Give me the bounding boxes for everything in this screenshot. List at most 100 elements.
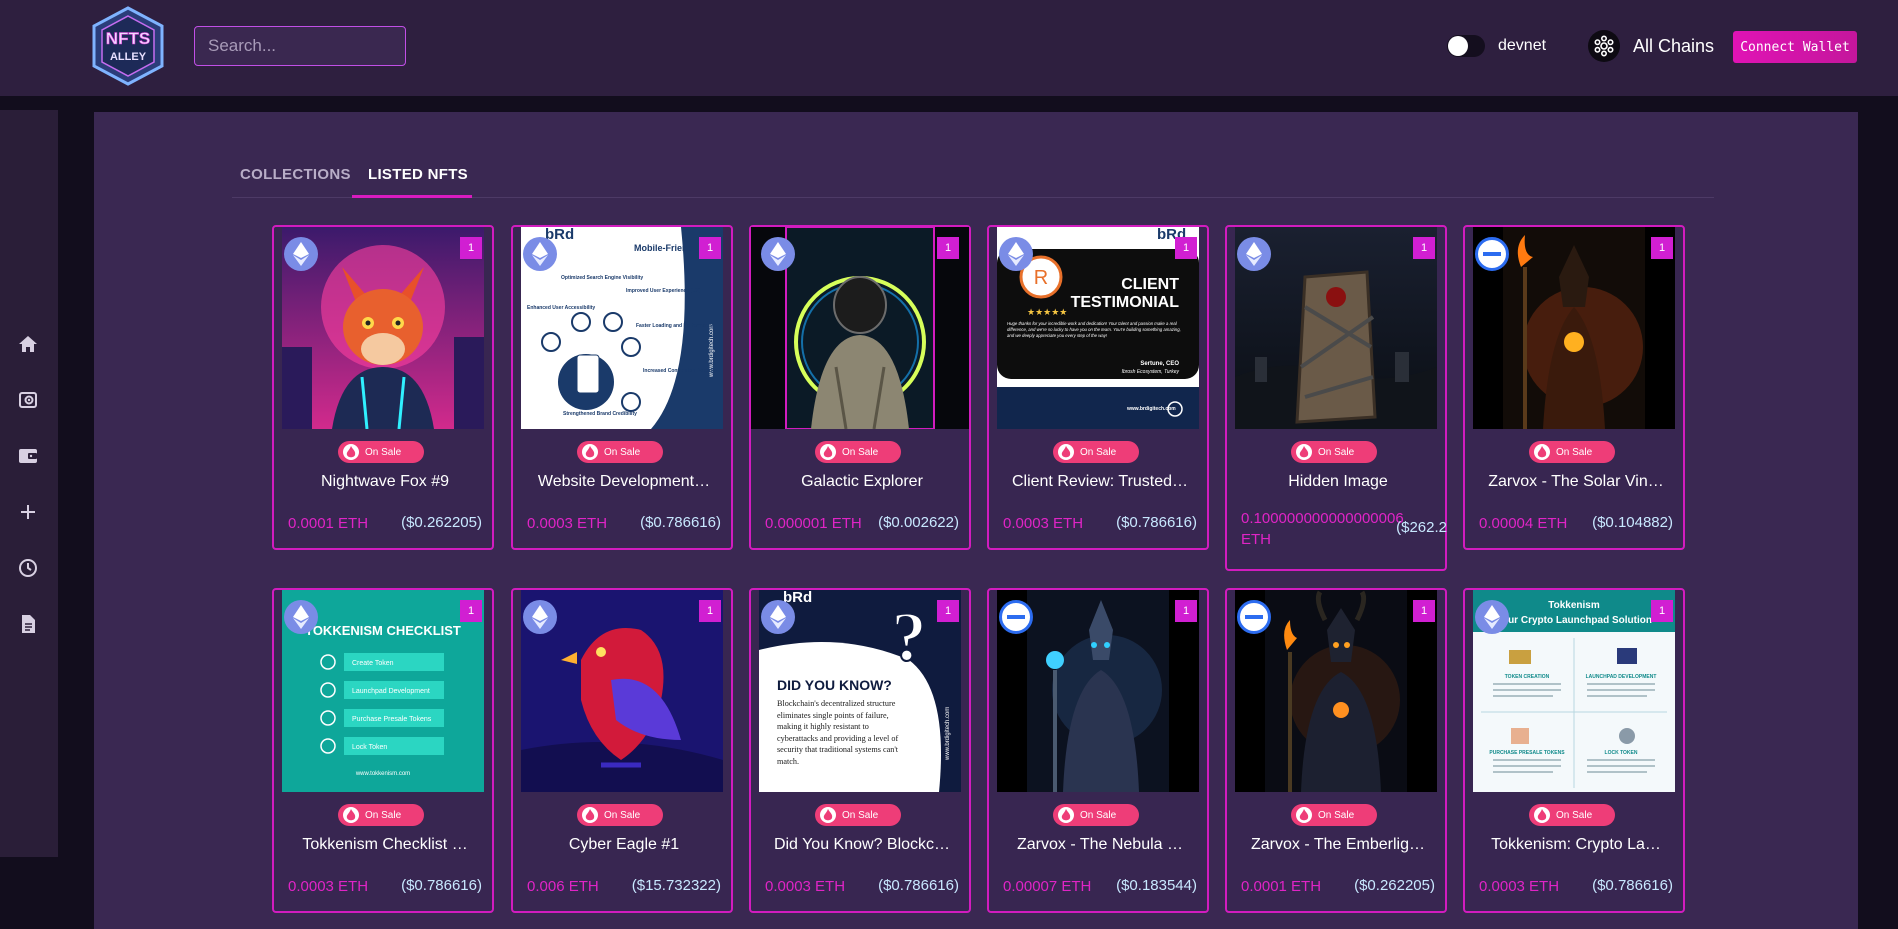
eth-price: 0.0003 ETH — [527, 515, 608, 532]
svg-text:Strengthened Brand Credibility: Strengthened Brand Credibility — [563, 411, 637, 417]
on-sale-label: On Sale — [1556, 446, 1593, 458]
svg-text:Tokkenism: Tokkenism — [1548, 600, 1600, 611]
eth-price: 0.00004 ETH — [1479, 515, 1568, 532]
edition-count-badge: 1 — [937, 600, 959, 622]
on-sale-label: On Sale — [1080, 809, 1117, 821]
usd-price: ($0.786616) — [878, 877, 959, 894]
toggle-knob — [1448, 36, 1468, 56]
svg-text:PURCHASE PRESALE TOKENS: PURCHASE PRESALE TOKENS — [1489, 750, 1565, 756]
sidebar — [0, 110, 58, 857]
main-panel: COLLECTIONS LISTED NFTS 1 On Sale Nightw… — [94, 112, 1858, 929]
add-icon[interactable] — [14, 498, 42, 526]
eth-price: 0.0003 ETH — [288, 878, 369, 895]
nft-title: Tokkenism: Crypto La… — [1491, 836, 1661, 853]
nft-title: Hidden Image — [1288, 473, 1388, 490]
flame-icon — [1534, 444, 1550, 460]
solana-chain-icon — [1237, 600, 1271, 634]
nft-card[interactable]: bRd R CLIENT TESTIMONIAL ★★★★★ Huge than… — [987, 225, 1209, 550]
nft-card[interactable]: 1 On Sale Zarvox - The Emberlig… 0.0001 … — [1225, 588, 1447, 913]
on-sale-badge: On Sale — [1053, 441, 1139, 463]
nft-card[interactable]: 1 On Sale Hidden Image 0.100000000000000… — [1225, 225, 1447, 571]
nft-card[interactable]: 1 On Sale Zarvox - The Solar Vin… 0.0000… — [1463, 225, 1685, 550]
svg-text:TOKKENISM CHECKLIST: TOKKENISM CHECKLIST — [305, 623, 461, 638]
svg-text:LOCK TOKEN: LOCK TOKEN — [1605, 750, 1638, 756]
eth-price: 0.100000000000000006 ETH — [1241, 510, 1404, 548]
eth-price: 0.0001 ETH — [1241, 878, 1322, 895]
ethereum-chain-icon — [1237, 237, 1271, 271]
svg-text:www.tokkenism.com: www.tokkenism.com — [355, 771, 410, 777]
svg-text:Purchase Presale Tokens: Purchase Presale Tokens — [352, 716, 432, 723]
explore-icon[interactable] — [14, 386, 42, 414]
top-header: NFTS ALLEY devnet All Chains Connect Wal… — [0, 0, 1898, 96]
edition-count-badge: 1 — [1651, 600, 1673, 622]
nft-title: Tokkenism Checklist … — [302, 836, 468, 853]
network-toggle[interactable] — [1447, 35, 1485, 57]
usd-price: ($0.786616) — [640, 514, 721, 531]
svg-text:Create Token: Create Token — [352, 660, 394, 667]
nft-title: Galactic Explorer — [801, 473, 923, 490]
ethereum-chain-icon — [523, 237, 557, 271]
svg-text:Faster Loading and Performance: Faster Loading and Performance — [636, 323, 714, 329]
svg-text:Sertune, CEO: Sertune, CEO — [1140, 361, 1179, 367]
history-icon[interactable] — [14, 554, 42, 582]
eth-price: 0.0003 ETH — [765, 878, 846, 895]
eth-price: 0.006 ETH — [527, 878, 599, 895]
nft-title: Zarvox - The Nebula … — [1017, 836, 1183, 853]
on-sale-badge: On Sale — [338, 804, 424, 826]
on-sale-label: On Sale — [842, 446, 879, 458]
on-sale-label: On Sale — [1318, 446, 1355, 458]
flame-icon — [1058, 444, 1074, 460]
tab-collections[interactable]: COLLECTIONS — [240, 154, 351, 198]
usd-price: ($0.786616) — [1592, 877, 1673, 894]
all-chains-icon[interactable] — [1588, 30, 1620, 62]
svg-text:CLIENT: CLIENT — [1121, 276, 1179, 293]
connect-wallet-button[interactable]: Connect Wallet — [1733, 31, 1857, 63]
search-input[interactable] — [194, 26, 406, 66]
nft-card[interactable]: bRd ? DID YOU KNOW? Blockchain's decentr… — [749, 588, 971, 913]
on-sale-label: On Sale — [365, 446, 402, 458]
wallet-icon[interactable] — [14, 442, 42, 470]
on-sale-label: On Sale — [604, 809, 641, 821]
svg-text:TOKEN CREATION: TOKEN CREATION — [1505, 674, 1550, 680]
tab-bar: COLLECTIONS LISTED NFTS — [232, 154, 1714, 198]
svg-text:Enhanced User Accessibility: Enhanced User Accessibility — [527, 305, 595, 311]
svg-text:Lock Token: Lock Token — [352, 744, 387, 751]
edition-count-badge: 1 — [937, 237, 959, 259]
tab-listed-nfts[interactable]: LISTED NFTS — [352, 154, 472, 198]
document-icon[interactable] — [14, 610, 42, 638]
all-chains-selector[interactable]: All Chains — [1633, 36, 1714, 57]
nft-card[interactable]: Tokkenism Your Crypto Launchpad Solution… — [1463, 588, 1685, 913]
usd-price: ($0.104882) — [1592, 514, 1673, 531]
svg-text:★★★★★: ★★★★★ — [1027, 307, 1067, 317]
svg-text:Improved User Experience (UX): Improved User Experience (UX) — [626, 288, 701, 294]
ethereum-chain-icon — [761, 237, 795, 271]
on-sale-badge: On Sale — [815, 804, 901, 826]
svg-text:DID YOU KNOW?: DID YOU KNOW? — [777, 677, 892, 693]
eth-price: 0.0003 ETH — [1479, 878, 1560, 895]
flame-icon — [1534, 807, 1550, 823]
svg-text:?: ? — [892, 599, 927, 676]
ethereum-chain-icon — [1475, 600, 1509, 634]
nft-card[interactable]: 1 On Sale Galactic Explorer 0.000001 ETH… — [749, 225, 971, 550]
nfts-alley-logo[interactable]: NFTS ALLEY — [92, 6, 164, 86]
eth-price: 0.00007 ETH — [1003, 878, 1092, 895]
nft-card[interactable]: 1 On Sale Nightwave Fox #9 0.0001 ETH ($… — [272, 225, 494, 550]
nft-card[interactable]: 1 On Sale Zarvox - The Nebula … 0.00007 … — [987, 588, 1209, 913]
on-sale-badge: On Sale — [815, 441, 901, 463]
flame-icon — [343, 444, 359, 460]
on-sale-label: On Sale — [1318, 809, 1355, 821]
on-sale-badge: On Sale — [1291, 441, 1377, 463]
nft-card[interactable]: 1 On Sale Cyber Eagle #1 0.006 ETH ($15.… — [511, 588, 733, 913]
nft-card[interactable]: bRd Mobile-Friendly Websites www.brdigit… — [511, 225, 733, 550]
usd-price: ($0.786616) — [1116, 514, 1197, 531]
svg-text:www.brdigitech.com: www.brdigitech.com — [945, 707, 951, 761]
flame-icon — [582, 444, 598, 460]
nft-card[interactable]: TOKKENISM CHECKLIST Create Token Launchp… — [272, 588, 494, 913]
on-sale-badge: On Sale — [338, 441, 424, 463]
flame-icon — [820, 444, 836, 460]
svg-text:Increased Conversion Potential: Increased Conversion Potential — [643, 368, 718, 374]
ethereum-chain-icon — [999, 237, 1033, 271]
home-icon[interactable] — [14, 330, 42, 358]
usd-price: ($0.002622) — [878, 514, 959, 531]
flame-icon — [582, 807, 598, 823]
